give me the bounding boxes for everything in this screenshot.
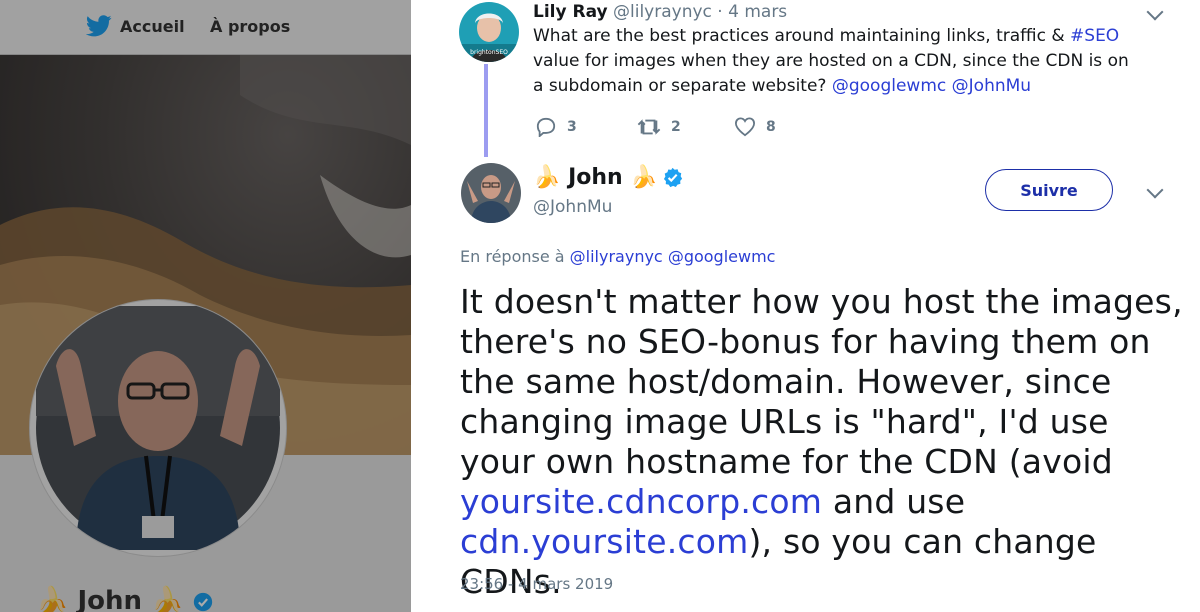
main-author-name[interactable]: 🍌 John 🍌 [533, 165, 683, 190]
reply-action[interactable]: 3 [535, 116, 577, 138]
thread-connector-line [484, 64, 488, 157]
main-author-name-text[interactable]: John [568, 165, 623, 190]
reply-author-name[interactable]: Lily Ray [533, 2, 608, 22]
modal-overlay[interactable] [0, 0, 411, 612]
background-profile-page: Accueil À propos 🍌 John 🍌 [0, 0, 411, 612]
main-author-handle[interactable]: @JohnMu [533, 197, 612, 217]
main-author-photo [461, 163, 521, 223]
url-link[interactable]: yoursite.cdncorp.com [460, 482, 822, 521]
like-count: 8 [766, 119, 776, 135]
reply-tweet-header: Lily Ray @lilyraynyc · 4 mars [533, 2, 787, 22]
banana-emoji-icon: 🍌 [630, 165, 658, 190]
mention-link[interactable]: @lilyraynyc [570, 247, 663, 266]
main-text-part: It doesn't matter how you host the image… [460, 282, 1183, 481]
reply-count: 3 [567, 119, 577, 135]
mention-link[interactable]: @JohnMu [952, 76, 1031, 96]
chevron-down-icon[interactable] [1146, 181, 1164, 199]
reply-author-handle[interactable]: @lilyraynyc [613, 2, 712, 22]
tweet-timestamp[interactable]: 23:56 - 4 mars 2019 [460, 575, 613, 593]
tweet-detail-panel: brightonSEO Lily Ray @lilyraynyc · 4 mar… [411, 0, 1200, 612]
retweet-action[interactable]: 2 [637, 116, 681, 138]
reply-text-part: What are the best practices around maint… [533, 26, 1071, 46]
in-reply-prefix: En réponse à [460, 247, 570, 266]
url-link[interactable]: cdn.yoursite.com [460, 522, 748, 561]
in-reply-to-line: En réponse à @lilyraynyc @googlewmc [460, 247, 775, 266]
reply-avatar-caption: brightonSEO [470, 49, 508, 56]
follow-button[interactable]: Suivre [985, 169, 1113, 211]
hashtag-link[interactable]: #SEO [1070, 26, 1119, 46]
main-tweet-text: It doesn't matter how you host the image… [460, 282, 1190, 602]
reply-tweet-text: What are the best practices around maint… [533, 24, 1133, 99]
reply-date[interactable]: 4 mars [728, 2, 787, 22]
verified-badge-icon [663, 167, 682, 188]
mention-link[interactable]: @googlewmc [832, 76, 946, 96]
like-action[interactable]: 8 [734, 116, 776, 138]
reply-separator: · [711, 2, 729, 22]
mention-link[interactable]: @googlewmc [668, 247, 776, 266]
chevron-down-icon[interactable] [1146, 3, 1164, 21]
main-text-part: and use [822, 482, 966, 521]
reply-author-photo: brightonSEO [459, 2, 519, 62]
retweet-icon [637, 119, 661, 135]
reply-author-avatar[interactable]: brightonSEO [459, 2, 519, 62]
banana-emoji-icon: 🍌 [533, 165, 561, 190]
main-author-avatar[interactable] [461, 163, 521, 223]
like-icon [734, 117, 756, 137]
retweet-count: 2 [671, 119, 681, 135]
reply-icon [536, 117, 556, 137]
